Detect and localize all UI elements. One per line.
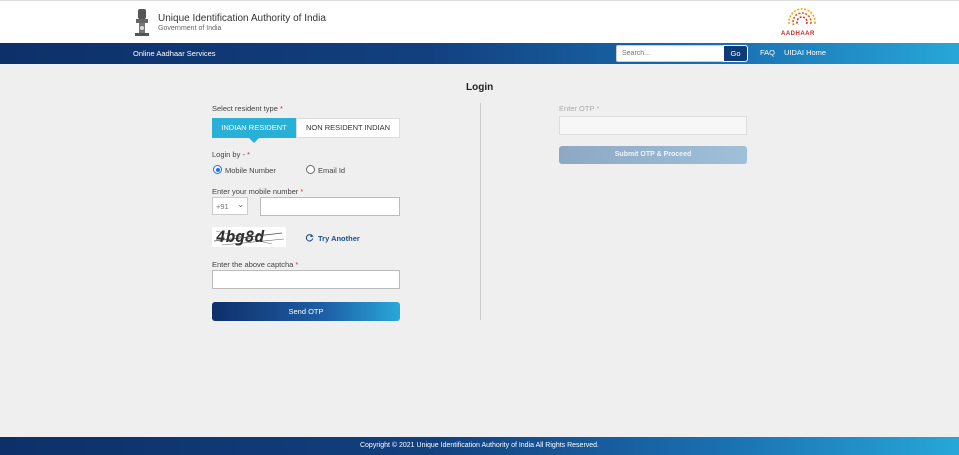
national-emblem-icon [135,9,149,36]
uidai-home-link[interactable]: UIDAI Home [784,48,826,57]
copyright-text: Copyright © 2021 Unique Identification A… [359,442,599,449]
page-title: Login [466,82,494,93]
country-code-value: +91 [216,202,229,211]
captcha-input-label: Enter the above captcha * [212,260,299,269]
submit-otp-button[interactable]: Submit OTP & Proceed [559,146,747,164]
radio-email-id[interactable] [306,165,315,174]
nav-bar: Online Aadhaar Services Go FAQ UIDAI Hom… [0,43,959,64]
login-by-label: Login by - * [212,150,250,159]
captcha-text: 4bg8d [216,227,265,246]
radio-email-label[interactable]: Email Id [318,166,345,175]
org-name: Unique Identification Authority of India [158,13,326,24]
radio-mobile-label[interactable]: Mobile Number [225,166,276,175]
otp-label: Enter OTP * [559,104,600,113]
column-divider [480,103,481,320]
country-code-select[interactable]: +91 ⌄ [212,197,248,215]
captcha-input[interactable] [212,270,400,289]
active-tab-arrow [249,138,259,143]
mobile-number-input[interactable] [260,197,400,216]
site-footer: Copyright © 2021 Unique Identification A… [0,437,959,455]
chevron-down-icon: ⌄ [237,200,244,209]
resident-type-label: Select resident type * [212,104,283,113]
tab-non-resident-indian[interactable]: NON RESIDENT INDIAN [296,118,400,138]
mobile-number-label: Enter your mobile number * [212,187,304,196]
search-input[interactable] [616,45,724,62]
aadhaar-logo-text: AADHAAR [781,31,815,37]
refresh-icon[interactable] [305,233,314,242]
faq-link[interactable]: FAQ [760,48,775,57]
search-go-button[interactable]: Go [723,45,748,62]
captcha-image: 4bg8d [212,227,286,247]
org-subtitle: Government of India [158,25,222,32]
tab-indian-resident[interactable]: INDIAN RESIDENT [212,118,296,138]
send-otp-button[interactable]: Send OTP [212,302,400,321]
nav-title[interactable]: Online Aadhaar Services [133,49,216,58]
otp-input[interactable] [559,116,747,135]
site-header: Unique Identification Authority of India… [0,0,959,43]
radio-mobile-number[interactable] [213,165,222,174]
try-another-captcha-link[interactable]: Try Another [318,234,360,243]
